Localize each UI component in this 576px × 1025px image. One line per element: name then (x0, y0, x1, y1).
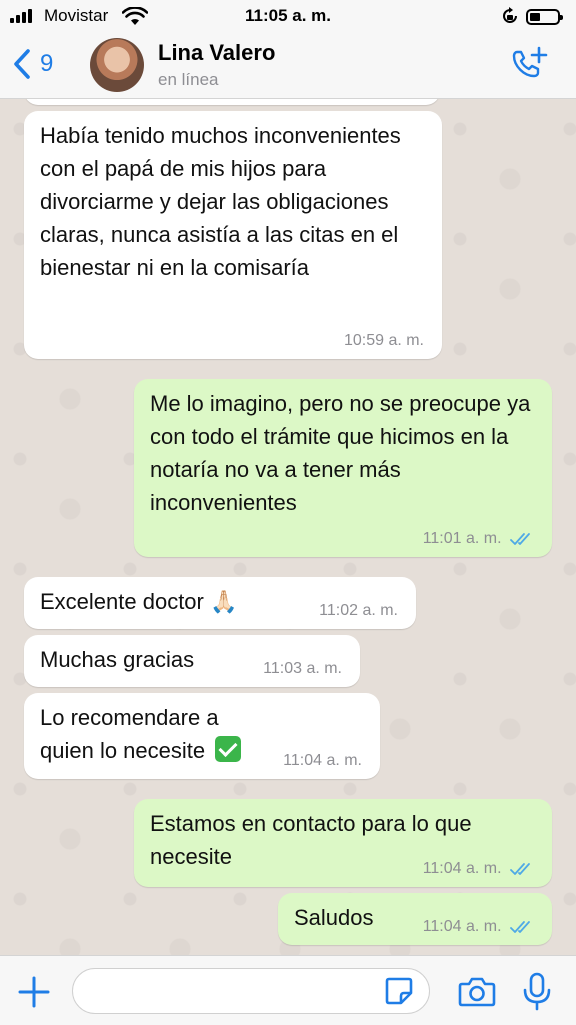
message-bubble-outgoing[interactable]: Saludos 11:04 a. m. (278, 893, 552, 945)
add-call-button[interactable] (508, 44, 552, 84)
message-text: Excelente doctor (40, 589, 204, 614)
message-text: Había tenido muchos inconvenientes con e… (40, 123, 401, 280)
input-bar (0, 955, 576, 1025)
camera-icon (458, 977, 496, 1007)
message-time: 11:04 a. m. (422, 860, 502, 877)
message-bubble-partial (24, 99, 440, 105)
message-time: 11:02 a. m. (319, 602, 398, 619)
check-mark-button-emoji (215, 736, 242, 762)
praying-hands-emoji: 🙏🏻 (210, 589, 238, 614)
chat-header: 9 Lina Valero en línea (0, 32, 576, 99)
battery-icon (526, 9, 563, 25)
read-ticks-icon (510, 920, 530, 933)
microphone-button[interactable] (522, 972, 552, 1012)
message-input[interactable] (72, 968, 430, 1014)
unread-count: 9 (40, 50, 54, 77)
sticker-button[interactable] (384, 976, 414, 1006)
message-time: 11:01 a. m. (422, 530, 502, 547)
message-time: 11:03 a. m. (263, 660, 342, 677)
contact-name[interactable]: Lina Valero (158, 40, 275, 66)
message-meta: 11:01 a. m. (423, 529, 534, 549)
microphone-icon (523, 972, 551, 1011)
message-bubble-incoming[interactable]: Excelente doctor 🙏🏻 11:02 a. m. (24, 577, 416, 629)
attach-button[interactable] (16, 974, 52, 1010)
back-button[interactable]: 9 (12, 46, 62, 82)
message-time: 11:04 a. m. (283, 752, 362, 769)
message-text: Lo recomendare a quien lo necesite (40, 705, 219, 763)
contact-avatar[interactable] (90, 38, 144, 92)
status-time: 11:05 a. m. (244, 6, 331, 25)
message-meta: 11:04 a. m. (423, 917, 534, 937)
status-bar: Movistar 11:05 a. m. (0, 0, 576, 32)
message-text: Me lo imagino, pero no se preocupe ya co… (150, 391, 531, 515)
plus-icon (18, 976, 50, 1008)
sticker-icon (385, 977, 413, 1005)
message-time: 11:04 a. m. (422, 918, 502, 935)
read-ticks-icon (510, 862, 530, 875)
contact-status: en línea (158, 70, 219, 89)
message-content: Lo recomendare a quien lo necesite (40, 701, 270, 767)
add-call-icon (512, 46, 548, 78)
message-bubble-outgoing[interactable]: Estamos en contacto para lo que necesite… (134, 799, 552, 887)
message-meta: 11:04 a. m. (423, 859, 534, 879)
read-ticks-icon (510, 532, 530, 545)
message-bubble-incoming[interactable]: Había tenido muchos inconvenientes con e… (24, 111, 442, 359)
message-bubble-incoming[interactable]: Lo recomendare a quien lo necesite 11:04… (24, 693, 380, 779)
orientation-lock-icon (503, 7, 517, 23)
message-time: 10:59 a. m. (343, 332, 424, 349)
camera-button[interactable] (458, 976, 496, 1008)
back-chevron-icon (14, 49, 30, 79)
chat-area[interactable]: Había tenido muchos inconvenientes con e… (0, 99, 576, 955)
message-bubble-incoming[interactable]: Muchas gracias 11:03 a. m. (24, 635, 360, 687)
message-bubble-outgoing[interactable]: Me lo imagino, pero no se preocupe ya co… (134, 379, 552, 557)
